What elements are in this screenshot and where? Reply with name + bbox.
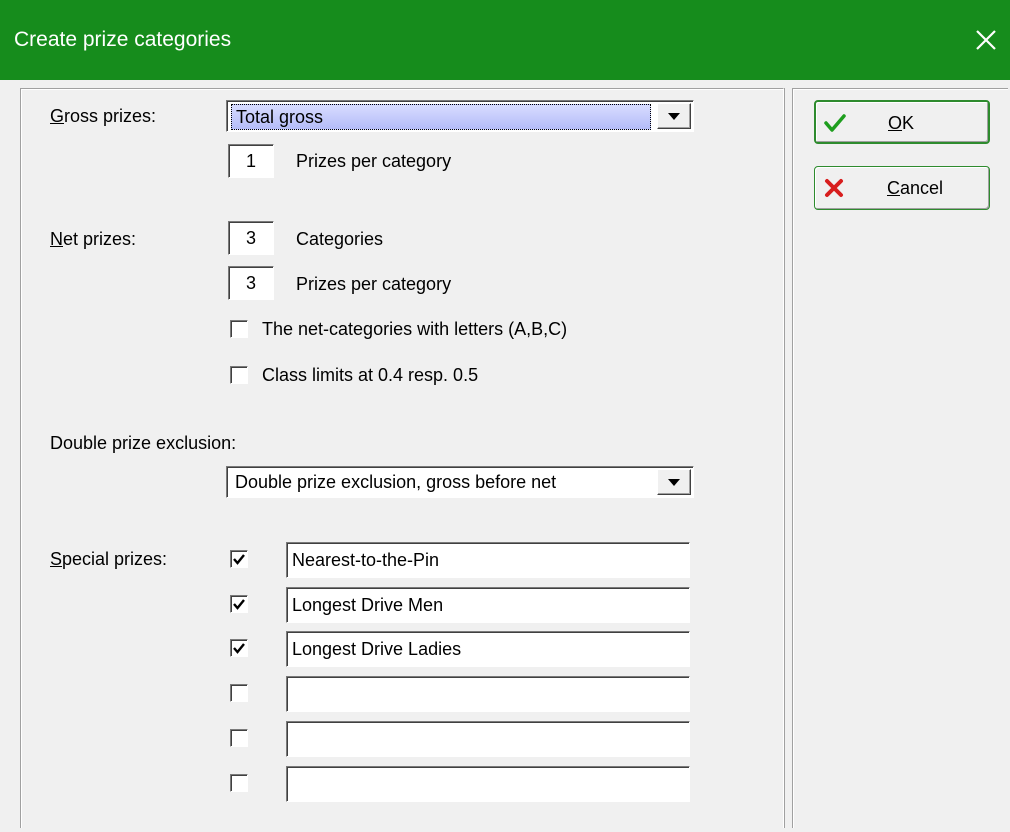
special-prize-checkbox-3[interactable] [230,639,248,657]
special-prize-checkbox-1[interactable] [230,550,248,568]
net-prizes-label: Net prizes: [50,229,137,249]
check-icon [824,114,846,132]
net-categories-label: Categories [296,229,384,249]
x-icon [825,179,843,197]
net-prizes-per-category-label: Prizes per category [296,274,452,294]
close-icon [976,30,996,50]
gross-dropdown-button[interactable] [657,103,691,129]
gross-prizes-dropdown[interactable]: Total gross [226,100,694,132]
chevron-down-icon [668,112,680,120]
special-prize-input-4[interactable] [286,676,690,712]
double-exclusion-selected: Double prize exclusion, gross before net [235,472,557,492]
class-limits-checkbox[interactable] [230,366,248,384]
class-limits-label: Class limits at 0.4 resp. 0.5 [262,365,479,385]
gross-prizes-selected: Total gross [231,104,651,130]
double-exclusion-dropdown[interactable]: Double prize exclusion, gross before net [226,466,694,498]
close-button[interactable] [962,16,1010,64]
special-prize-input-1[interactable]: Nearest-to-the-Pin [286,542,690,578]
cancel-label: Cancel [887,178,944,198]
special-prize-input-6[interactable] [286,766,690,802]
checkmark-icon [233,554,245,565]
net-letters-label: The net-categories with letters (A,B,C) [262,319,568,339]
special-prize-checkbox-6[interactable] [230,774,248,792]
net-prizes-per-category-input[interactable]: 3 [228,266,274,300]
ok-label: OK [888,113,915,133]
gross-prizes-per-category-input[interactable]: 1 [228,144,274,178]
net-categories-input[interactable]: 3 [228,221,274,255]
gross-prizes-label: Gross prizes: [50,106,157,126]
gross-prizes-per-category-label: Prizes per category [296,151,452,171]
special-prize-input-2[interactable]: Longest Drive Men [286,587,690,623]
settings-panel [20,88,784,828]
special-prize-checkbox-5[interactable] [230,729,248,747]
special-prize-checkbox-2[interactable] [230,595,248,613]
checkmark-icon [233,599,245,610]
chevron-down-icon [668,478,680,486]
title-bar: Create prize categories [0,0,1010,80]
special-prize-input-5[interactable] [286,721,690,757]
special-prize-input-3[interactable]: Longest Drive Ladies [286,631,690,667]
special-prizes-label: Special prizes: [50,549,168,569]
cancel-button[interactable]: Cancel [814,166,990,210]
special-prize-checkbox-4[interactable] [230,684,248,702]
double-exclusion-label: Double prize exclusion: [50,433,237,453]
net-letters-checkbox[interactable] [230,320,248,338]
double-exclusion-dropdown-button[interactable] [657,469,691,495]
checkmark-icon [233,643,245,654]
ok-button[interactable]: OK [814,100,990,144]
window-title: Create prize categories [14,28,232,51]
dialog-body: Gross prizes: Total gross 1 Prizes per c… [0,80,1010,832]
